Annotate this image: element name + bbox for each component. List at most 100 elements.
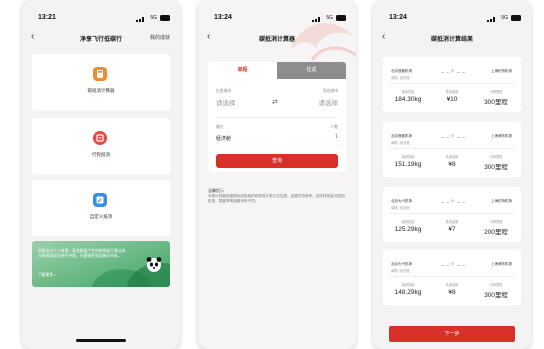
amount-label: 抵消金额: [445, 283, 459, 287]
calculator-icon: [93, 67, 107, 81]
emission-value: 125.29kg: [394, 226, 422, 233]
battery-icon: [336, 15, 346, 21]
amount-label: 抵消金额: [445, 90, 459, 94]
miles-value: 300里程: [484, 292, 508, 299]
miles-label: 可得里程: [489, 90, 503, 94]
trip-type: 单程 | 经济舱: [391, 141, 410, 145]
page-title: 碳抵消计算器: [258, 37, 295, 43]
status-bar: 13:24 5G: [198, 14, 356, 24]
signal-icon: [312, 16, 322, 22]
plane-icon: ✈: [450, 68, 456, 75]
amount-label: 抵消金额: [445, 155, 459, 159]
miles-value: 300里程: [484, 164, 508, 171]
menu-card-trip-offset[interactable]: 行程抵消: [32, 118, 170, 174]
menu-card-calculator[interactable]: 碳抵消计算器: [32, 54, 170, 110]
result-card[interactable]: 北京首都机场 单程 | 经济舱 ✈ 上海浦东机场 碳排放量 抵消金额 可得里程 …: [383, 122, 521, 177]
result-card[interactable]: 北京首都机场 单程 | 经济舱 ✈ 上海虹桥机场 碳排放量 抵消金额 可得里程 …: [383, 57, 521, 112]
miles-label: 可得里程: [489, 283, 503, 287]
route-line: ✈: [441, 68, 465, 75]
amount-value: ¥10: [446, 96, 458, 103]
miles-label: 可得里程: [489, 155, 503, 159]
departure-airport: 北京大兴机场: [391, 262, 412, 266]
divider: [389, 213, 515, 214]
plane-icon: ✈: [450, 261, 456, 268]
home-indicator: [76, 339, 126, 342]
cabin-label: 舱位: [216, 125, 224, 129]
battery-icon: [160, 15, 170, 21]
phone-screen-results: 13:24 5G ‹ 碳抵消计算结果 北京首都机场 单程 | 经济舱 ✈ 上海虹…: [373, 0, 531, 349]
menu-label: 自定义抵消: [89, 214, 113, 219]
network-label: 5G: [150, 15, 157, 21]
miles-label: 可得里程: [489, 220, 503, 224]
emission-value: 184.30kg: [394, 96, 422, 103]
custom-offset-icon: [93, 193, 107, 207]
departure-airport: 北京大兴机场: [391, 199, 412, 203]
signal-icon: [136, 16, 146, 22]
menu-card-custom-offset[interactable]: 自定义抵消: [32, 180, 170, 236]
signal-icon: [487, 16, 497, 22]
departure-airport: 北京首都机场: [391, 69, 412, 73]
network-label: 5G: [326, 15, 333, 21]
banner-learn-more-link[interactable]: 了解更多 >: [38, 273, 56, 278]
divider: [389, 83, 515, 84]
plane-icon: ✈: [450, 198, 456, 205]
menu-label: 碳抵消计算器: [87, 88, 115, 93]
emission-label: 碳排放量: [401, 155, 415, 159]
status-time: 13:24: [214, 14, 232, 21]
arrival-airport: 上海浦东机场: [491, 262, 512, 266]
status-bar: 13:21 5G: [22, 14, 180, 24]
miles-value: 200里程: [484, 229, 508, 236]
trip-type: 单程 | 经济舱: [391, 269, 410, 273]
arrival-airport: 上海浦东机场: [491, 134, 512, 138]
notes-text: 本碳计算器依据国际民航组织碳排放计算方法估算，结果仅供参考，实际排放量可能因机型…: [208, 194, 345, 203]
trip-offset-icon: [93, 131, 107, 145]
phone-screen-home: 13:21 5G ‹ 净享飞行低碳行 我的成就 碳抵消计算器 行程抵消 自定义抵…: [22, 0, 180, 349]
emission-label: 碳排放量: [401, 90, 415, 94]
my-achievements-link[interactable]: 我的成就: [150, 34, 170, 41]
from-city-label: 出发城市: [216, 89, 232, 93]
tab-round-trip[interactable]: 往返: [277, 62, 346, 79]
passenger-count-value[interactable]: 1: [335, 134, 338, 140]
status-bar: 13:24 5G: [373, 14, 531, 24]
page-title: 碳抵消计算结果: [430, 37, 473, 43]
emission-label: 碳排放量: [401, 283, 415, 287]
nav-bar: ‹ 碳抵消计算器: [198, 32, 356, 46]
route-line: ✈: [441, 198, 465, 205]
arrival-airport: 上海虹桥机场: [491, 69, 512, 73]
phone-screen-calculator: 13:24 5G ‹ 碳抵消计算器 单程 往返 出发城市 请选择 ⇄ 到达城市 …: [198, 0, 356, 349]
route-line: ✈: [441, 261, 465, 268]
next-step-button[interactable]: 下一步: [389, 326, 515, 342]
amount-value: ¥8: [448, 161, 456, 168]
divider: [216, 117, 338, 118]
nav-bar: ‹ 净享飞行低碳行 我的成就: [22, 32, 180, 46]
trip-type: 单程 | 经济舱: [391, 76, 410, 80]
passenger-count-label: 人数: [330, 125, 338, 129]
result-card[interactable]: 北京大兴机场 单程 | 经济舱 ✈ 上海虹桥机场 碳排放量 抵消金额 可得里程 …: [383, 187, 521, 242]
departure-airport: 北京首都机场: [391, 134, 412, 138]
to-city-label: 到达城市: [322, 89, 338, 93]
emission-value: 148.29kg: [394, 289, 422, 296]
emission-label: 碳排放量: [401, 220, 415, 224]
cabin-select[interactable]: 经济舱: [216, 135, 231, 142]
trip-type: 单程 | 经济舱: [391, 206, 410, 210]
swap-icon[interactable]: ⇄: [272, 98, 278, 106]
plane-icon: ✈: [450, 133, 456, 140]
route-line: ✈: [441, 133, 465, 140]
from-city-select[interactable]: 请选择: [216, 97, 236, 107]
status-time: 13:24: [389, 14, 407, 21]
amount-label: 抵消金额: [445, 220, 459, 224]
divider: [389, 276, 515, 277]
to-city-select[interactable]: 请选择: [319, 97, 339, 107]
query-button[interactable]: 查询: [216, 154, 338, 168]
banner-text: 低碳出行人人有责，乘坐航班产生的碳排放可通过参与碳抵消项目进行中和，共建绿色家园…: [38, 249, 126, 259]
arrival-airport: 上海虹桥机场: [491, 199, 512, 203]
amount-value: ¥7: [448, 226, 456, 233]
result-card[interactable]: 北京大兴机场 单程 | 经济舱 ✈ 上海浦东机场 碳排放量 抵消金额 可得里程 …: [383, 250, 521, 305]
nav-bar: ‹ 碳抵消计算结果: [373, 32, 531, 46]
tab-one-way[interactable]: 单程: [208, 62, 277, 79]
emission-value: 151.19kg: [394, 161, 422, 168]
panda-icon: [146, 257, 162, 272]
battery-icon: [511, 15, 521, 21]
calculator-form: 单程 往返 出发城市 请选择 ⇄ 到达城市 请选择 舱位 人数 经济舱 1 查询: [208, 62, 346, 172]
promo-banner[interactable]: 低碳出行人人有责，乘坐航班产生的碳排放可通过参与碳抵消项目进行中和，共建绿色家园…: [32, 241, 170, 287]
